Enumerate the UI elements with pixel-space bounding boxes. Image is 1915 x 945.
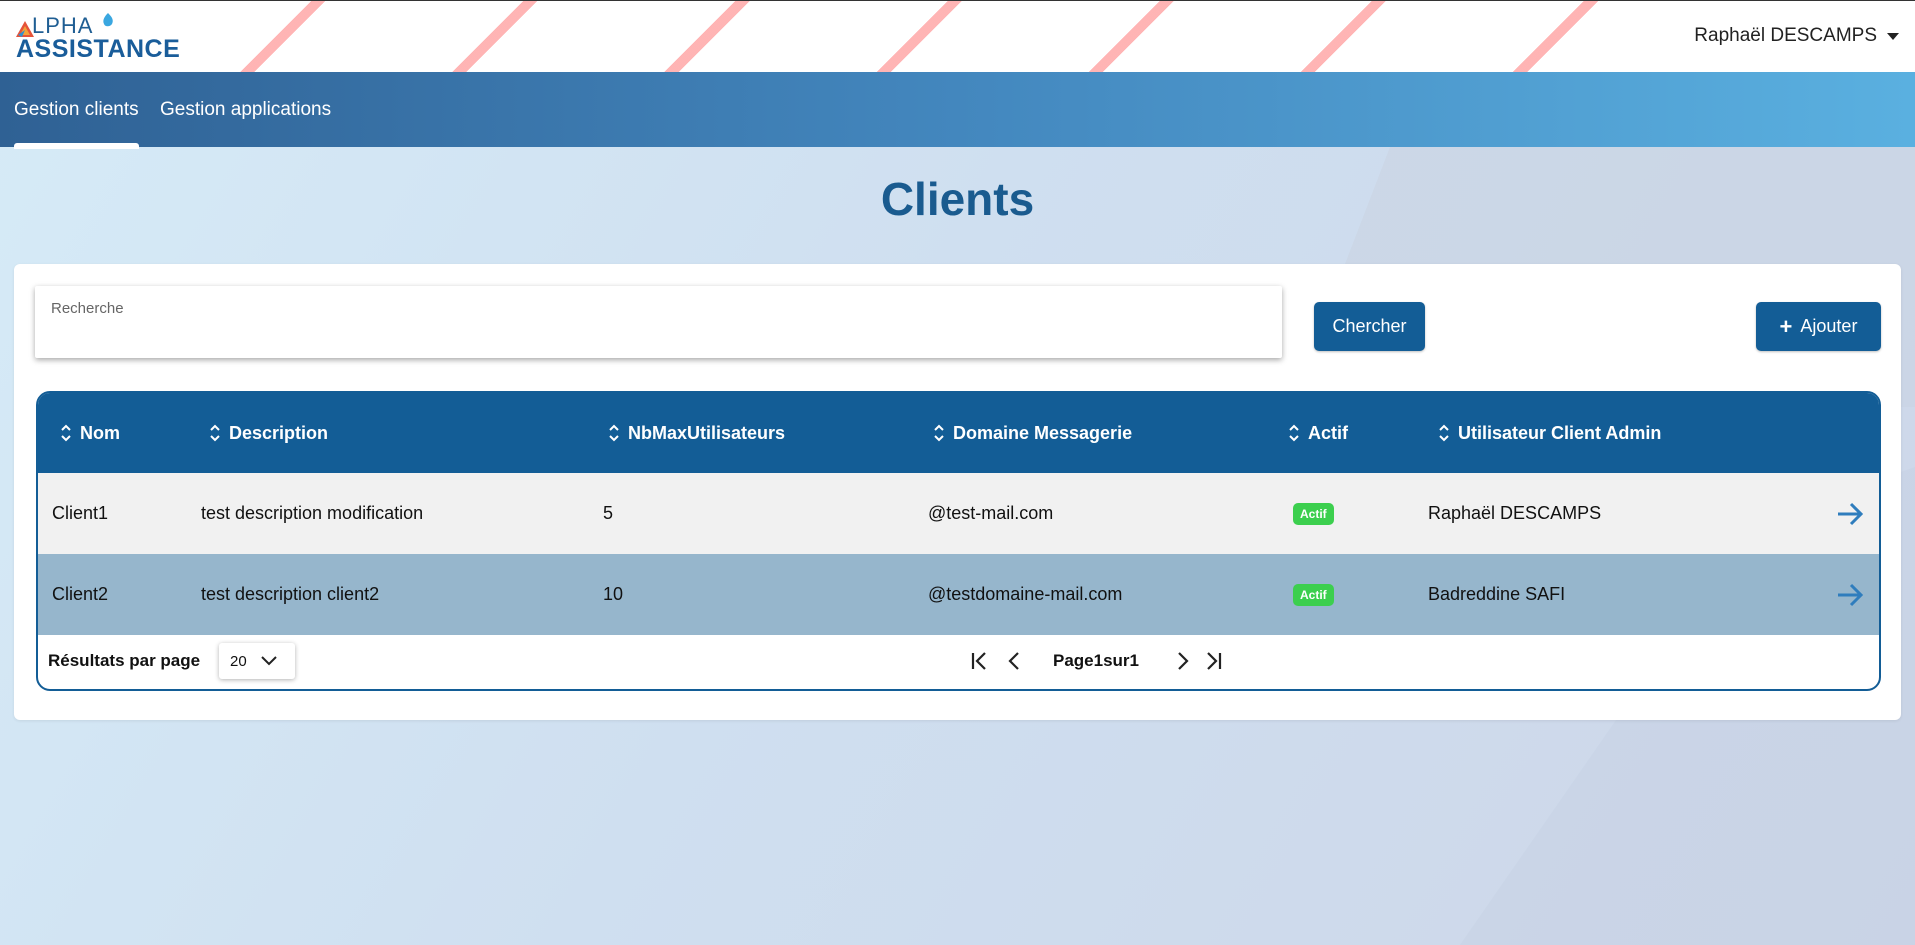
add-button-label: Ajouter (1800, 316, 1858, 336)
results-per-page-value: 20 (230, 652, 247, 670)
clients-card: Recherche Chercher + Ajouter Nom Descrip… (14, 264, 1901, 720)
search-input[interactable] (51, 322, 1251, 350)
sort-icon (210, 424, 220, 442)
search-field[interactable]: Recherche (35, 286, 1282, 358)
arrow-right-icon (1838, 583, 1864, 606)
page-indicator: Page1sur1 (1053, 651, 1139, 670)
next-page-icon[interactable] (1171, 650, 1193, 672)
column-header-label: Nom (80, 422, 120, 443)
plus-icon: + (1779, 313, 1793, 339)
cell-description: test description modification (201, 503, 424, 523)
logo-bottom-text: ASSISTANCE (16, 35, 181, 63)
row-open-button[interactable] (1836, 473, 1864, 554)
nav-item-gestion-clients[interactable]: Gestion clients (14, 99, 139, 149)
column-header-label: Actif (1308, 422, 1348, 443)
header-stripes (0, 1, 1915, 72)
table-row[interactable]: Client1 test description modification 5 … (38, 473, 1879, 554)
column-header-utilisateur-client-admin[interactable]: Utilisateur Client Admin (1438, 393, 1661, 473)
cell-nom: Client2 (52, 584, 109, 604)
first-page-icon[interactable] (969, 650, 991, 672)
results-per-page-select[interactable]: 20 (219, 643, 295, 679)
sort-icon (61, 424, 71, 442)
cell-actif: Actif (1293, 554, 1334, 635)
cell-nbmax: 10 (603, 584, 624, 604)
user-menu[interactable]: Raphaël DESCAMPS (1694, 25, 1899, 47)
cell-actif: Actif (1293, 473, 1334, 554)
row-open-button[interactable] (1836, 554, 1864, 635)
table-header: Nom Description NbMaxUtilisateurs Domain… (38, 393, 1879, 473)
chevron-down-icon (260, 656, 277, 666)
nav-item-label: Gestion clients (14, 99, 139, 120)
cell-domaine: @test-mail.com (928, 503, 1054, 523)
search-button-label: Chercher (1332, 316, 1407, 336)
column-header-actif[interactable]: Actif (1288, 393, 1348, 473)
logo-drop-icon (103, 13, 113, 27)
sort-icon (934, 424, 944, 442)
column-header-label: Description (229, 422, 329, 443)
nav-item-gestion-applications[interactable]: Gestion applications (160, 99, 331, 121)
pagination-bar: Résultats par page 20 Page1sur1 (38, 635, 1879, 689)
previous-page-icon[interactable] (1004, 650, 1026, 672)
app-logo[interactable]: LPHA ASSISTANCE (16, 13, 186, 63)
cell-admin: Raphaël DESCAMPS (1428, 503, 1602, 523)
column-header-description[interactable]: Description (209, 393, 328, 473)
caret-down-icon (1887, 32, 1899, 40)
clients-table: Nom Description NbMaxUtilisateurs Domain… (36, 391, 1881, 691)
cell-domaine: @testdomaine-mail.com (928, 584, 1123, 604)
table-row[interactable]: Client2 test description client2 10 @tes… (38, 554, 1879, 635)
add-client-button[interactable]: + Ajouter (1756, 302, 1881, 351)
column-header-domaine-messagerie[interactable]: Domaine Messagerie (933, 393, 1132, 473)
top-header: LPHA ASSISTANCE Raphaël DESCAMPS (0, 0, 1915, 72)
search-label: Recherche (51, 300, 124, 317)
column-header-label: Domaine Messagerie (953, 422, 1133, 443)
page-title: Clients (880, 173, 1035, 225)
cell-nbmax: 5 (603, 503, 614, 523)
main-navigation: Gestion clients Gestion applications (0, 72, 1915, 149)
arrow-right-icon (1838, 502, 1864, 525)
sort-icon (1289, 424, 1299, 442)
cell-description: test description client2 (201, 584, 380, 604)
status-badge: Actif (1293, 583, 1334, 606)
results-per-page-label: Résultats par page (48, 651, 201, 670)
search-button[interactable]: Chercher (1314, 302, 1425, 351)
user-name: Raphaël DESCAMPS (1694, 25, 1877, 46)
last-page-icon[interactable] (1202, 650, 1224, 672)
sort-icon (609, 424, 619, 442)
cell-nom: Client1 (52, 503, 109, 523)
column-header-label: NbMaxUtilisateurs (628, 422, 786, 443)
cell-admin: Badreddine SAFI (1428, 584, 1566, 604)
column-header-nbmaxutilisateurs[interactable]: NbMaxUtilisateurs (608, 393, 785, 473)
column-header-nom[interactable]: Nom (60, 393, 120, 473)
status-badge: Actif (1293, 502, 1334, 525)
sort-icon (1439, 424, 1449, 442)
column-header-label: Utilisateur Client Admin (1458, 422, 1662, 443)
nav-item-label: Gestion applications (160, 99, 332, 120)
